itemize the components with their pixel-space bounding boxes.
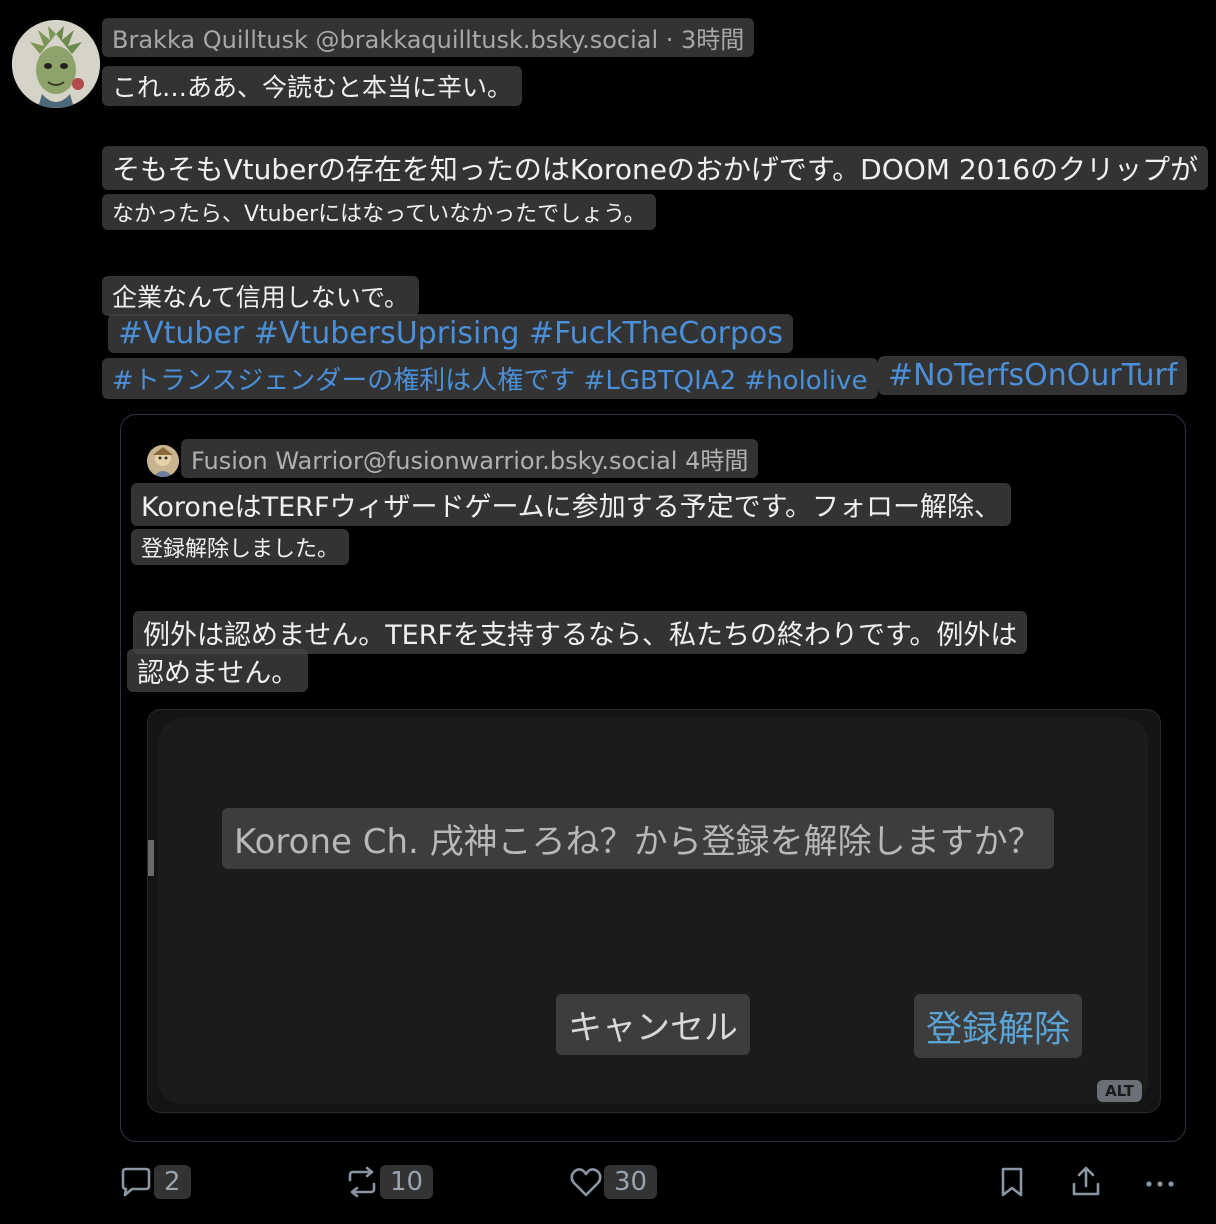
hashtag-line[interactable]: #トランスジェンダーの権利は人権です #LGBTQIA2 #hololive [102,358,878,399]
more-icon [1142,1164,1178,1200]
share-icon [1068,1164,1104,1200]
quoted-author-avatar [147,445,179,477]
heart-icon [568,1164,604,1200]
repost-count: 10 [380,1165,434,1199]
reply-icon [118,1164,154,1200]
cancel-button: キャンセル [556,994,750,1055]
repost-button[interactable]: 10 [344,1164,434,1200]
repost-icon [344,1164,380,1200]
quoted-text-line: 認めません。 [127,649,309,692]
quoted-text-line: 例外は認めません。TERFを支持するなら、私たちの終わりです。例外は [133,611,1028,654]
dialog-panel: Korone Ch. 戌神ころね？から登録を解除しますか？ キャンセル 登録解除 [158,718,1148,1104]
embedded-screenshot-image[interactable]: Korone Ch. 戌神ころね？から登録を解除しますか？ キャンセル 登録解除… [147,709,1161,1113]
post-text-line: 企業なんて信用しないで。 [102,276,420,316]
quoted-author-meta[interactable]: Fusion Warrior@fusionwarrior.bsky.social… [181,439,759,478]
like-button[interactable]: 30 [568,1164,658,1200]
post-text-line: なかったら、Vtuberにはなっていなかったでしょう。 [102,194,656,230]
reply-count: 2 [154,1165,191,1199]
share-button[interactable] [1068,1164,1104,1200]
post-text-line: これ…ああ、今読むと本当に辛い。 [102,66,523,106]
reply-button[interactable]: 2 [118,1164,191,1200]
author-avatar[interactable] [12,20,100,108]
bookmark-button[interactable] [994,1164,1030,1200]
dialog-question: Korone Ch. 戌神ころね？から登録を解除しますか？ [222,808,1054,869]
quoted-post[interactable]: Fusion Warrior@fusionwarrior.bsky.social… [120,414,1186,1142]
post-text-line: そもそもVtuberの存在を知ったのはKoroneのおかげです。DOOM 201… [102,146,1209,190]
more-options-button[interactable] [1142,1164,1178,1200]
unsubscribe-button: 登録解除 [914,994,1083,1058]
like-count: 30 [604,1165,658,1199]
quoted-text-line: 登録解除しました。 [131,529,350,565]
hashtag-line[interactable]: #NoTerfsOnOurTurf [878,356,1188,395]
quoted-text-line: KoroneはTERFウィザードゲームに参加する予定です。フォロー解除、 [131,483,1011,526]
hashtag-line[interactable]: #Vtuber #VtubersUprising #FuckTheCorpos [108,314,794,353]
post-author-meta[interactable]: Brakka Quilltusk @brakkaquilltusk.bsky.s… [102,18,755,57]
alt-badge[interactable]: ALT [1097,1080,1142,1102]
bookmark-icon [994,1164,1030,1200]
image-edge-mark [148,840,154,876]
